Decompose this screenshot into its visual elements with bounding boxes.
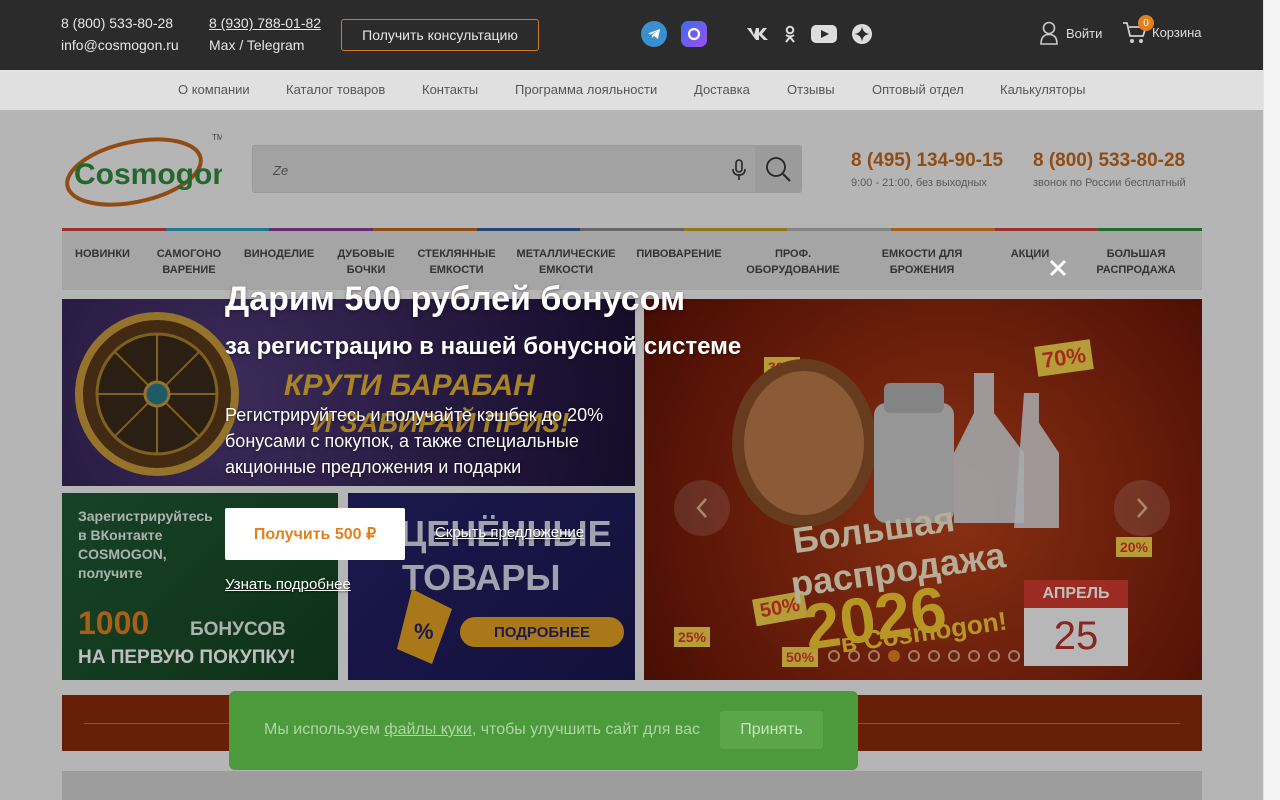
consultation-button[interactable]: Получить консультацию <box>341 19 539 51</box>
user-icon <box>1040 21 1058 45</box>
email-link[interactable]: info@cosmogon.ru <box>61 34 179 56</box>
cart-count-badge: 0 <box>1138 15 1154 31</box>
popup-title: Дарим 500 рублей бонусом <box>225 280 686 318</box>
messenger-phone-link[interactable]: 8 (930) 788-01-82 <box>209 12 321 34</box>
close-icon <box>1049 259 1067 277</box>
secondary-nav: О компании Каталог товаров Контакты Прог… <box>0 70 1263 110</box>
popup-subtitle: за регистрацию в нашей бонусной системе <box>225 333 742 360</box>
nav-loyalty[interactable]: Программа лояльности <box>515 82 657 97</box>
cookie-text: Мы используем файлы куки, чтобы улучшить… <box>264 721 701 738</box>
dzen-icon[interactable] <box>850 22 874 46</box>
nav-contacts[interactable]: Контакты <box>422 82 478 97</box>
nav-calculators[interactable]: Калькуляторы <box>1000 82 1085 97</box>
accept-cookies-button[interactable]: Принять <box>720 711 823 749</box>
messenger-col: 8 (930) 788-01-82 Max / Telegram <box>209 12 321 56</box>
cart-link[interactable]: 0 Корзина <box>1122 15 1202 46</box>
login-link[interactable]: Войти <box>1040 20 1102 46</box>
nav-about[interactable]: О компании <box>178 82 250 97</box>
popup-description: Регистрируйтесь и получайте кэшбек до 20… <box>225 405 604 477</box>
phone-link[interactable]: 8 (800) 533-80-28 <box>61 12 179 34</box>
cookie-policy-link[interactable]: файлы куки <box>384 721 471 738</box>
odnoklassniki-icon[interactable] <box>782 22 798 46</box>
cart-label: Корзина <box>1152 24 1202 40</box>
vk-icon[interactable] <box>745 22 771 46</box>
messenger-label: Max / Telegram <box>209 37 305 53</box>
close-popup-button[interactable] <box>1045 255 1071 281</box>
nav-wholesale[interactable]: Оптовый отдел <box>872 82 964 97</box>
cookie-banner: Мы используем файлы куки, чтобы улучшить… <box>229 691 858 770</box>
contact-col: 8 (800) 533-80-28 info@cosmogon.ru <box>61 12 179 56</box>
top-bar: 8 (800) 533-80-28 info@cosmogon.ru 8 (93… <box>0 0 1263 70</box>
nav-reviews[interactable]: Отзывы <box>787 82 835 97</box>
nav-delivery[interactable]: Доставка <box>694 82 750 97</box>
nav-catalog[interactable]: Каталог товаров <box>286 82 385 97</box>
hide-offer-link[interactable]: Скрыть предложение <box>435 524 584 541</box>
learn-more-link[interactable]: Узнать подробнее <box>225 576 351 593</box>
get-bonus-button[interactable]: Получить 500 ₽ <box>225 508 405 560</box>
youtube-icon[interactable] <box>810 22 838 46</box>
max-messenger-icon[interactable] <box>681 21 707 47</box>
telegram-icon[interactable] <box>641 21 667 47</box>
login-label: Войти <box>1066 25 1103 41</box>
page-scrollbar[interactable] <box>1263 0 1280 800</box>
